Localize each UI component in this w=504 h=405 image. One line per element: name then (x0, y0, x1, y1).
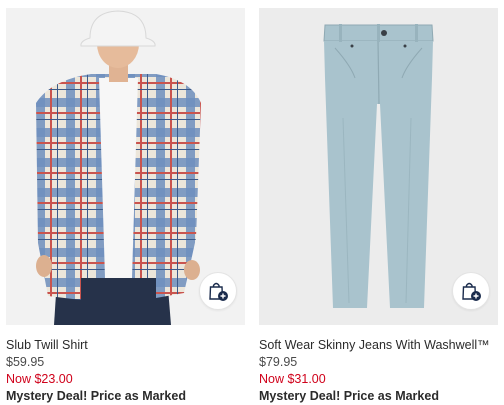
product-image[interactable] (259, 8, 498, 325)
sale-price: Now $23.00 (6, 372, 73, 386)
quick-add-button[interactable] (199, 272, 237, 310)
product-card[interactable]: Soft Wear Skinny Jeans With Washwell™ $7… (259, 8, 498, 405)
shopping-bag-plus-icon (209, 282, 228, 301)
sale-price: Now $31.00 (259, 372, 326, 386)
product-name[interactable]: Soft Wear Skinny Jeans With Washwell™ (259, 337, 498, 354)
original-price: $59.95 (6, 355, 45, 369)
shopping-bag-plus-icon (462, 282, 481, 301)
promo-text: Mystery Deal! Price as Marked (6, 389, 186, 403)
product-name[interactable]: Slub Twill Shirt (6, 337, 245, 354)
product-image[interactable] (6, 8, 245, 325)
original-price: $79.95 (259, 355, 298, 369)
promo-text: Mystery Deal! Price as Marked (259, 389, 439, 403)
product-card[interactable]: Slub Twill Shirt $59.95 Now $23.00 Myste… (6, 8, 245, 405)
quick-add-button[interactable] (452, 272, 490, 310)
